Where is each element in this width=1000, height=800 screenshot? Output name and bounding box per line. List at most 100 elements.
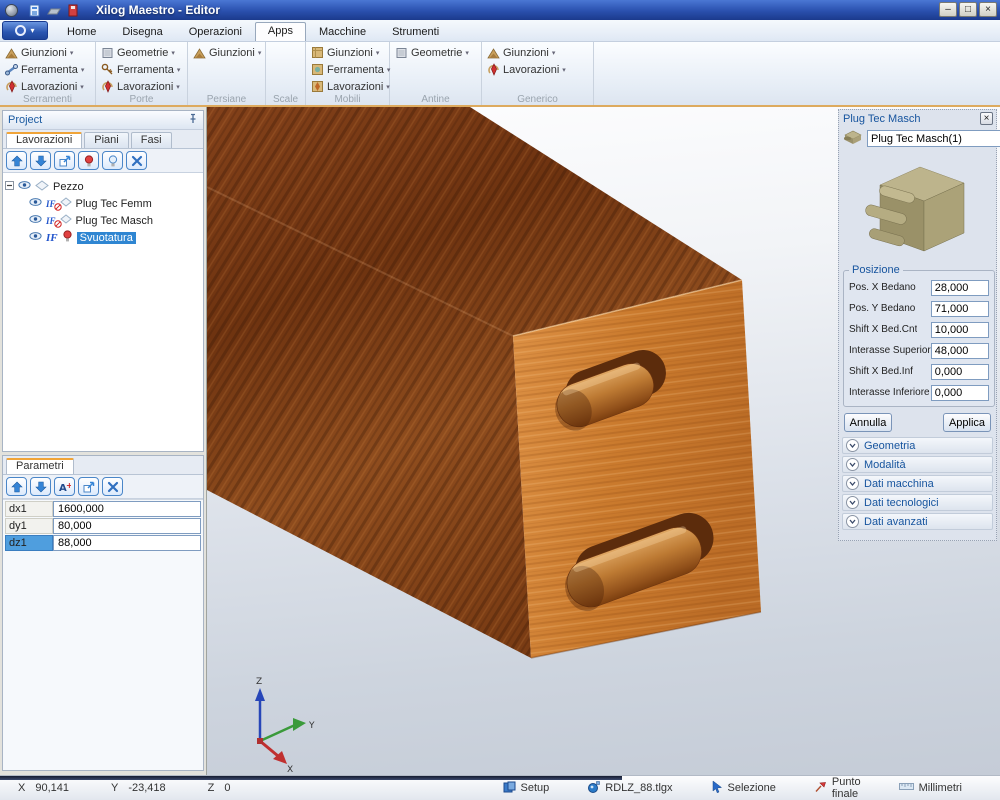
dz1-input[interactable] xyxy=(53,535,201,551)
ribbon-group-label: Serramenti xyxy=(0,94,95,105)
shift-x-bed-cnt-input[interactable] xyxy=(931,322,989,338)
lavorazioni-button[interactable]: Lavorazioni ▾ xyxy=(99,78,184,95)
geometrie-icon xyxy=(395,46,408,59)
open-icon[interactable] xyxy=(47,4,61,17)
export-button[interactable] xyxy=(78,477,99,496)
plug-tec-masch-panel: Plug Tec Masch × ? xyxy=(838,109,997,541)
applica-button[interactable]: Applica xyxy=(943,413,991,432)
coord-x-label: X xyxy=(18,782,25,794)
tab-fasi[interactable]: Fasi xyxy=(131,132,172,148)
snap-mode-indicator[interactable]: Punto finale xyxy=(814,776,861,800)
ribbon-group-porte: Geometrie ▾ Ferramenta ▾ Lavorazioni ▾ P… xyxy=(96,42,188,105)
application-menu-button[interactable]: ▾ xyxy=(2,21,48,40)
eye-icon[interactable] xyxy=(29,214,42,227)
tree-item-plug-tec-masch[interactable]: IF Plug Tec Masch xyxy=(5,212,201,229)
if-condition-icon[interactable]: IF xyxy=(46,232,58,244)
setup-indicator[interactable]: Setup xyxy=(503,781,550,796)
close-icon[interactable]: × xyxy=(980,112,993,125)
delete-button[interactable] xyxy=(126,151,147,170)
parameter-row[interactable]: dz1 xyxy=(5,535,201,551)
giunzioni-icon xyxy=(487,46,500,59)
lavorazioni-button[interactable]: Lavorazioni ▾ xyxy=(3,78,92,95)
section-geometria[interactable]: Geometria xyxy=(842,437,993,454)
export-button[interactable] xyxy=(54,151,75,170)
app-logo-icon[interactable] xyxy=(5,4,18,17)
tab-apps[interactable]: Apps xyxy=(255,22,306,41)
dy1-input[interactable] xyxy=(53,518,201,534)
interasse-inferiore-input[interactable] xyxy=(931,385,989,401)
move-up-button[interactable] xyxy=(6,477,27,496)
pin-icon[interactable] xyxy=(188,113,198,127)
move-down-button[interactable] xyxy=(30,477,51,496)
if-condition-icon[interactable]: IF xyxy=(46,199,56,209)
eye-icon[interactable] xyxy=(18,180,31,193)
viewport-3d[interactable]: Z Y X Plug Tec Masch × ? xyxy=(207,107,1000,775)
delete-button[interactable] xyxy=(102,477,123,496)
tree-item-pezzo[interactable]: Pezzo xyxy=(5,178,201,195)
lamp-on-button[interactable] xyxy=(102,151,123,170)
eye-icon[interactable] xyxy=(29,231,42,244)
tab-strumenti[interactable]: Strumenti xyxy=(379,23,452,41)
ferramenta-icon xyxy=(101,63,114,76)
pos-y-bedano-input[interactable] xyxy=(931,301,989,317)
project-panel: Project Lavorazioni Piani Fasi xyxy=(2,110,204,452)
lamp-off-button[interactable] xyxy=(78,151,99,170)
if-condition-icon[interactable]: IF xyxy=(46,216,56,226)
tree-item-plug-tec-femm[interactable]: IF Plug Tec Femm xyxy=(5,195,201,212)
geometrie-button[interactable]: Geometrie ▾ xyxy=(393,44,478,61)
chevron-down-icon: ▾ xyxy=(376,49,380,57)
lavorazioni-button[interactable]: Lavorazioni ▾ xyxy=(485,61,590,78)
coord-y-value: -23,418 xyxy=(128,782,165,794)
new-icon[interactable] xyxy=(28,4,42,17)
tab-operazioni[interactable]: Operazioni xyxy=(176,23,255,41)
chevron-down-icon: ▾ xyxy=(177,66,181,74)
tree-item-svuotatura[interactable]: IF Svuotatura xyxy=(5,229,201,246)
giunzioni-button[interactable]: Giunzioni ▾ xyxy=(309,44,386,61)
move-down-button[interactable] xyxy=(30,151,51,170)
giunzioni-button[interactable]: Giunzioni ▾ xyxy=(485,44,590,61)
interasse-superiore-input[interactable] xyxy=(931,343,989,359)
tab-parametri[interactable]: Parametri xyxy=(6,458,74,474)
tab-disegna[interactable]: Disegna xyxy=(109,23,175,41)
ferramenta-button[interactable]: Ferramenta ▾ xyxy=(3,61,92,78)
section-dati-avanzati[interactable]: Dati avanzati xyxy=(842,513,993,530)
shift-x-bed-inf-input[interactable] xyxy=(931,364,989,380)
pin-point-icon xyxy=(814,780,827,796)
add-parameter-button[interactable]: A+ xyxy=(54,477,75,496)
save-icon[interactable] xyxy=(66,4,80,17)
lavorazioni-button[interactable]: Lavorazioni ▾ xyxy=(309,78,386,95)
giunzioni-button[interactable]: Giunzioni ▾ xyxy=(191,44,262,61)
eye-icon[interactable] xyxy=(29,197,42,210)
minimize-button[interactable]: – xyxy=(939,2,957,17)
parameter-row[interactable]: dy1 xyxy=(5,518,201,534)
tab-macchine[interactable]: Macchine xyxy=(306,23,379,41)
geometrie-button[interactable]: Geometrie ▾ xyxy=(99,44,184,61)
lavorazioni-icon xyxy=(487,63,500,76)
tab-home[interactable]: Home xyxy=(54,23,109,41)
tab-lavorazioni[interactable]: Lavorazioni xyxy=(6,132,82,148)
geometrie-icon xyxy=(101,46,114,59)
dx1-input[interactable] xyxy=(53,501,201,517)
move-up-button[interactable] xyxy=(6,151,27,170)
units-indicator[interactable]: Millimetri xyxy=(899,782,962,794)
field-label: Pos. Y Bedano xyxy=(849,303,915,314)
section-dati-tecnologici[interactable]: Dati tecnologici xyxy=(842,494,993,511)
parameter-row[interactable]: dx1 xyxy=(5,501,201,517)
plug-name-input[interactable] xyxy=(867,130,1000,147)
tab-piani[interactable]: Piani xyxy=(84,132,128,148)
chevron-down-icon xyxy=(846,477,859,490)
restore-button[interactable]: □ xyxy=(959,2,977,17)
coord-z-label: Z xyxy=(208,782,215,794)
ferramenta-button[interactable]: Ferramenta ▾ xyxy=(99,61,184,78)
chevron-down-icon: ▾ xyxy=(80,83,84,91)
giunzioni-button[interactable]: Giunzioni ▾ xyxy=(3,44,92,61)
file-indicator[interactable]: RDLZ_88.tlgx xyxy=(587,781,672,796)
pos-x-bedano-input[interactable] xyxy=(931,280,989,296)
selection-mode-indicator[interactable]: Selezione xyxy=(711,780,776,796)
section-modalita[interactable]: Modalità xyxy=(842,456,993,473)
collapse-icon[interactable] xyxy=(5,181,14,193)
section-dati-macchina[interactable]: Dati macchina xyxy=(842,475,993,492)
annulla-button[interactable]: Annulla xyxy=(844,413,892,432)
close-button[interactable]: × xyxy=(979,2,997,17)
ferramenta-button[interactable]: Ferramenta ▾ xyxy=(309,61,386,78)
